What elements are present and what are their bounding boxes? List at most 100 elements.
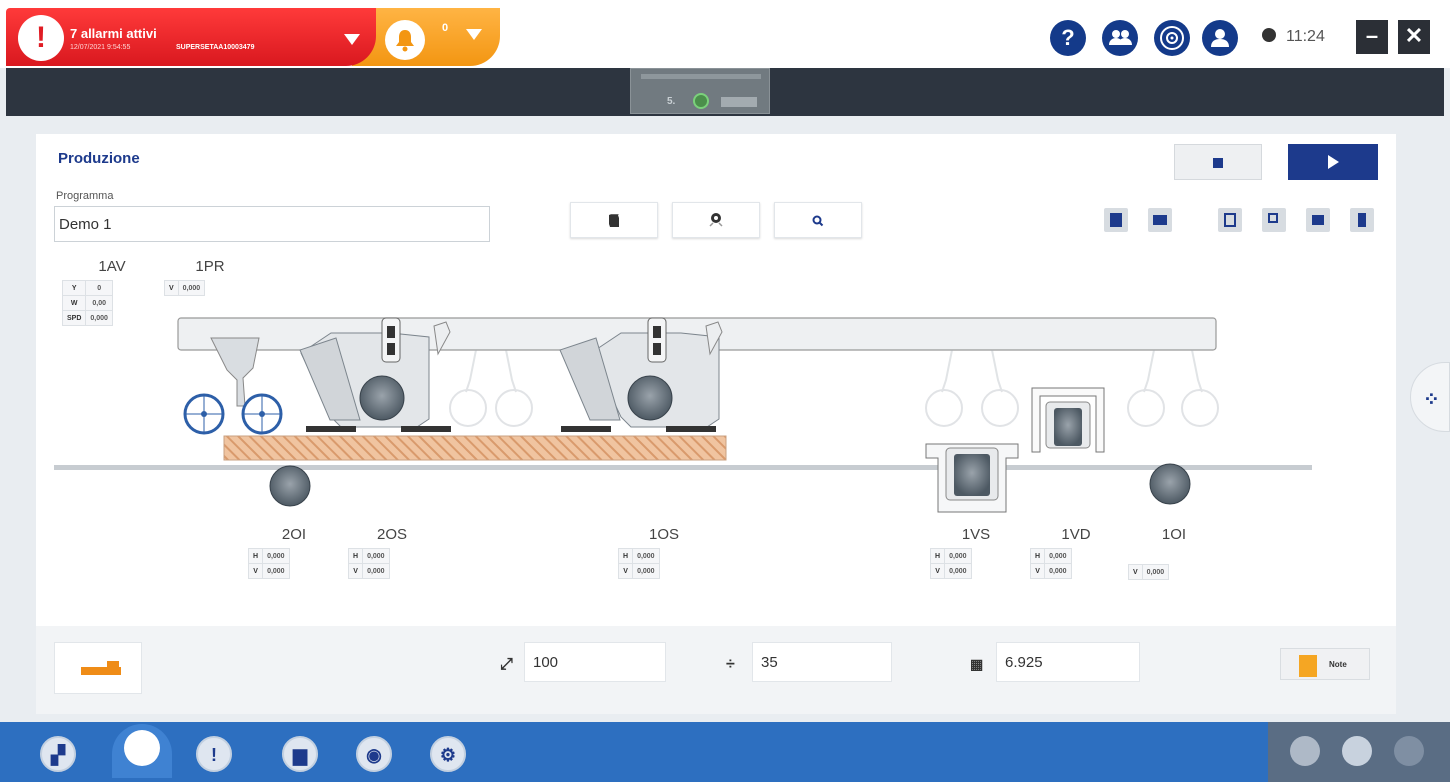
- notifications-dropdown-icon[interactable]: [466, 29, 482, 40]
- axis-value: 0,000: [362, 548, 390, 564]
- minimize-button[interactable]: –: [1356, 20, 1388, 54]
- program-field[interactable]: Demo 1: [54, 206, 490, 242]
- file-icon: [1110, 213, 1122, 227]
- parameters-strip: ⤢ 100 ÷ 35 ▦ 6.925 Note: [36, 626, 1396, 714]
- start-button[interactable]: [1288, 144, 1378, 180]
- disc-icon[interactable]: [1154, 20, 1190, 56]
- table-row: H 0,000: [929, 548, 972, 564]
- axis-1av-table: Y0 W 0,00 SPD 0,000: [61, 280, 113, 326]
- note-button[interactable]: Note: [1280, 648, 1370, 680]
- axis-value: 0,000: [632, 563, 660, 579]
- axis-value: 0,000: [177, 280, 206, 296]
- profile-step-icon: [107, 661, 119, 675]
- grid-play-icon: ▞: [51, 745, 65, 765]
- production-panel: Produzione Programma Demo 1 1AV Y 0 W 0,…: [36, 134, 1396, 714]
- tool-button-pin[interactable]: [672, 202, 760, 238]
- grid-dots-icon: ⁘: [1423, 389, 1440, 411]
- axis-key: W: [61, 295, 87, 311]
- machine-drawing: [54, 317, 1312, 513]
- axis-key: H: [929, 548, 946, 564]
- axis-key: H: [347, 548, 364, 564]
- ghost-roller-1-icon: [449, 349, 533, 427]
- axis-1pr-table: V 0,000: [164, 280, 206, 296]
- axis-value: 0,000: [1044, 563, 1072, 579]
- axis-2oi-table: H 0,000 V 0,000: [247, 548, 290, 579]
- machine-badge-label: [641, 74, 761, 79]
- saw-2oi-icon: [269, 465, 311, 507]
- vertical-spindle-1vd-icon: [1031, 387, 1105, 453]
- hand-icon[interactable]: [1290, 736, 1320, 766]
- save-button[interactable]: [1218, 208, 1242, 232]
- gear-icon[interactable]: [1342, 736, 1372, 766]
- roller-1-icon: [183, 337, 283, 435]
- pin-icon: [709, 213, 723, 227]
- close-button[interactable]: ✕: [1398, 20, 1430, 54]
- clipboard-button[interactable]: [1350, 208, 1374, 232]
- machine-badge[interactable]: 5.: [630, 68, 770, 114]
- note-icon: [1299, 655, 1317, 677]
- users-icon[interactable]: [1102, 20, 1138, 56]
- counter-icon: ▦: [970, 656, 984, 672]
- axis-key: V: [1128, 564, 1143, 580]
- divide-field[interactable]: 35: [752, 642, 892, 682]
- saw-1oi-icon: [1149, 463, 1191, 505]
- tool-button-piece[interactable]: [570, 202, 658, 238]
- table-row: W 0,00: [61, 295, 113, 311]
- camera-icon: [1312, 215, 1324, 225]
- stop-button[interactable]: [1174, 144, 1262, 180]
- help-icon[interactable]: ?: [1050, 20, 1086, 56]
- nav-alarms-button[interactable]: !: [196, 736, 232, 772]
- axis-1av-label: 1AV: [98, 258, 126, 275]
- search-icon: [812, 215, 824, 227]
- axis-key: V: [164, 280, 179, 296]
- machine-badge-number: 5.: [667, 96, 676, 107]
- axis-value: 0: [85, 280, 113, 296]
- axis-key: V: [247, 563, 264, 579]
- axis-key: V: [1029, 563, 1046, 579]
- tool-button-search[interactable]: [774, 202, 862, 238]
- exclamation-icon: !: [18, 15, 64, 61]
- user-icon[interactable]: [1202, 20, 1238, 56]
- table-row: V 0,000: [617, 563, 660, 579]
- app-root: 0 ! 7 allarmi attivi 12/07/2021 9:54:55 …: [0, 0, 1450, 782]
- nav-edit-button[interactable]: [112, 724, 172, 778]
- io-icon[interactable]: [1394, 736, 1424, 766]
- nav-home-button[interactable]: ▞: [40, 736, 76, 772]
- axis-value: 0,000: [1141, 564, 1170, 580]
- chart-icon: ▆: [293, 745, 307, 765]
- axis-value: 0,000: [85, 310, 113, 326]
- axis-key: V: [347, 563, 364, 579]
- table-row: V 0,000: [247, 563, 290, 579]
- bell-icon[interactable]: [385, 20, 425, 60]
- table-row: Y0: [61, 280, 113, 296]
- nav-statistics-button[interactable]: ▆: [282, 736, 318, 772]
- note-label: Note: [1329, 660, 1347, 669]
- side-panel-toggle[interactable]: ⁘: [1410, 362, 1450, 432]
- program-label: Programma: [56, 190, 114, 202]
- profile-button[interactable]: [54, 642, 142, 694]
- open-folder-button[interactable]: [1148, 208, 1172, 232]
- nav-settings-button[interactable]: ⚙: [430, 736, 466, 772]
- copy-button[interactable]: [1262, 208, 1286, 232]
- save-icon: [1224, 213, 1236, 227]
- new-file-button[interactable]: [1104, 208, 1128, 232]
- divide-icon: ÷: [726, 656, 735, 673]
- axis-key: Y: [61, 280, 87, 296]
- table-row: H 0,000: [247, 548, 290, 564]
- alarm-panel[interactable]: ! 7 allarmi attivi 12/07/2021 9:54:55 SU…: [6, 8, 376, 66]
- counter-field[interactable]: 6.925: [996, 642, 1140, 682]
- alarm-title: 7 allarmi attivi: [70, 26, 157, 41]
- status-led-icon: [693, 93, 709, 109]
- axis-key: H: [247, 548, 264, 564]
- axis-key: H: [617, 548, 634, 564]
- axis-value: 0,000: [362, 563, 390, 579]
- nav-tools-button[interactable]: ◉: [356, 736, 392, 772]
- alarm-dropdown-icon[interactable]: [344, 34, 360, 45]
- size-field[interactable]: 100: [524, 642, 666, 682]
- alarm-date: 12/07/2021 9:54:55: [70, 44, 131, 51]
- camera-button[interactable]: [1306, 208, 1330, 232]
- table-row: V 0,000: [164, 280, 206, 296]
- machine-badge-bar: [721, 97, 757, 107]
- table-row: H 0,000: [1029, 548, 1072, 564]
- axis-1vd-label: 1VD: [1061, 526, 1091, 543]
